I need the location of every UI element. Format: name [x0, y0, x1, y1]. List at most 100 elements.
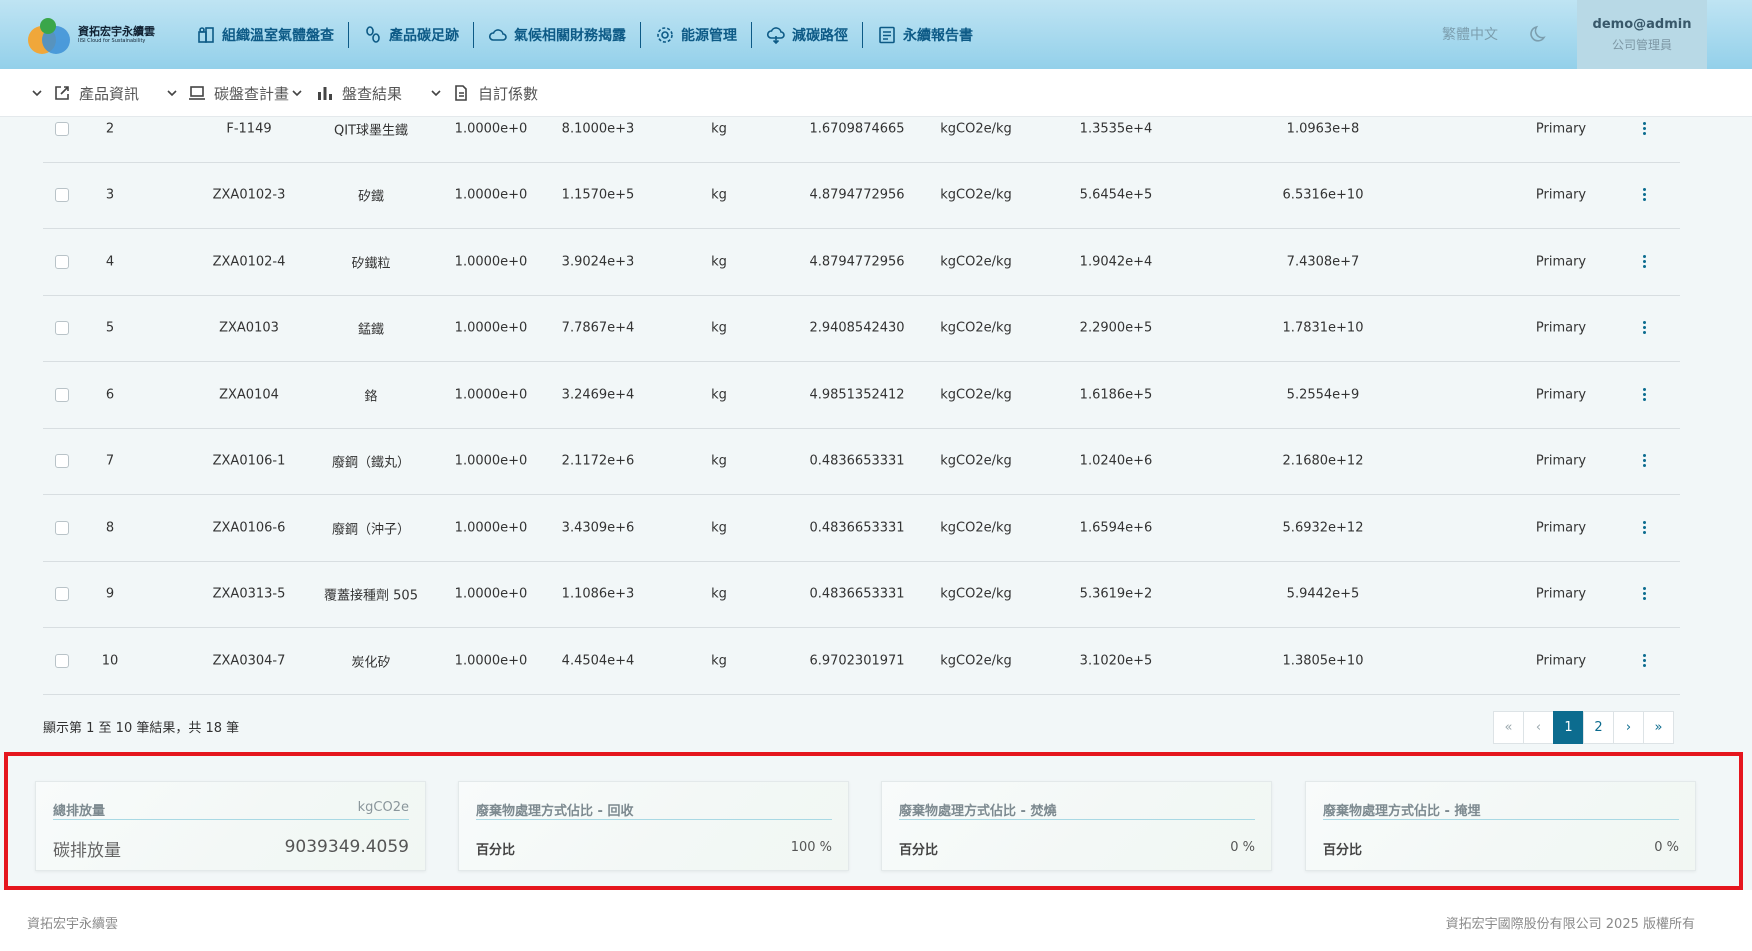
card-title: 廢棄物處理方式佔比 - 掩埋: [1323, 804, 1481, 819]
cell-total: 5.6932e+12: [1282, 520, 1364, 536]
chevron-down-icon: [32, 90, 42, 97]
pagination-last-button[interactable]: »: [1643, 711, 1674, 744]
row-checkbox[interactable]: [55, 121, 69, 136]
table-row[interactable]: 5 ZXA0103 錳鐵 1.0000e+0 7.7867e+4 kg 2.94…: [43, 296, 1680, 362]
cell-amount: 7.7867e+4: [561, 320, 635, 336]
cell-emission: 1.6186e+5: [1079, 387, 1153, 403]
row-checkbox[interactable]: [55, 454, 69, 469]
cell-data-source: Primary: [1535, 520, 1587, 536]
table-row[interactable]: 8 ZXA0106-6 廢鋼（沖子） 1.0000e+0 3.4309e+6 k…: [43, 495, 1680, 562]
cell-coefficient-unit: kgCO2e/kg: [940, 586, 1012, 602]
cell-unit: kg: [711, 653, 727, 669]
cell-coefficient-unit: kgCO2e/kg: [940, 453, 1012, 469]
cell-unit: kg: [711, 121, 727, 137]
pagination-page-2[interactable]: 2: [1583, 711, 1614, 744]
cell-coefficient: 6.9702301971: [809, 653, 905, 669]
row-actions-kebab-icon[interactable]: [1641, 121, 1647, 137]
nav-item-sustainability-report[interactable]: 永續報告書: [862, 21, 987, 48]
language-selector[interactable]: 繁體中文: [1442, 24, 1498, 44]
cell-coefficient: 4.8794772956: [809, 254, 905, 270]
cell-coefficient-unit: kgCO2e/kg: [940, 254, 1012, 270]
user-menu[interactable]: demo@admin 公司管理員: [1577, 0, 1707, 69]
cell-emission: 5.3619e+2: [1079, 586, 1153, 602]
cell-no: 8: [105, 520, 115, 536]
table-row[interactable]: 9 ZXA0313-5 覆蓋接種劑 505 1.0000e+0 1.1086e+…: [43, 562, 1680, 628]
logo-title: 資拓宏宇永續雲: [78, 24, 155, 38]
cell-coefficient: 0.4836653331: [809, 520, 905, 536]
cell-amount: 2.1172e+6: [561, 453, 635, 469]
gear-icon: [657, 26, 673, 43]
row-actions-kebab-icon[interactable]: [1641, 586, 1647, 602]
cell-amount: 1.1570e+5: [561, 187, 635, 203]
cell-code: ZXA0106-1: [212, 453, 286, 469]
cell-name: 廢鋼（沖子）: [331, 522, 411, 538]
summary-card-waste-landfill: 廢棄物處理方式佔比 - 掩埋 百分比 0 %: [1305, 781, 1696, 871]
app-logo[interactable]: 資拓宏宇永續雲 IISI Cloud for Sustainability: [26, 15, 166, 55]
cell-unit: kg: [711, 387, 727, 403]
pagination-first-button[interactable]: «: [1493, 711, 1524, 744]
row-checkbox[interactable]: [55, 387, 69, 402]
row-checkbox[interactable]: [55, 321, 69, 336]
row-actions-kebab-icon[interactable]: [1641, 653, 1647, 669]
row-checkbox[interactable]: [55, 254, 69, 269]
footprint-icon: [366, 25, 380, 43]
row-actions-kebab-icon[interactable]: [1641, 187, 1647, 203]
cell-total: 7.4308e+7: [1286, 254, 1360, 270]
cell-data-source: Primary: [1535, 453, 1587, 469]
cell-total: 6.5316e+10: [1282, 187, 1364, 203]
pagination-prev-button[interactable]: ‹: [1523, 711, 1554, 744]
cell-unit: kg: [711, 254, 727, 270]
table-row[interactable]: 2 F-1149 QIT球墨生鐵 1.0000e+0 8.1000e+3 kg …: [43, 96, 1680, 163]
table-row[interactable]: 4 ZXA0102-4 矽鐵粒 1.0000e+0 3.9024e+3 kg 4…: [43, 229, 1680, 296]
pagination-page-1[interactable]: 1: [1553, 711, 1584, 744]
row-actions-kebab-icon[interactable]: [1641, 520, 1647, 536]
nav-label: 能源管理: [681, 27, 737, 44]
table-row[interactable]: 10 ZXA0304-7 炭化矽 1.0000e+0 4.4504e+4 kg …: [43, 628, 1680, 695]
inventory-table: 2 F-1149 QIT球墨生鐵 1.0000e+0 8.1000e+3 kg …: [43, 96, 1680, 695]
nav-item-decarbonization-path[interactable]: 減碳路徑: [751, 21, 862, 48]
cell-code: F-1149: [226, 121, 272, 137]
nav-item-organization-ghg[interactable]: 組織溫室氣體盤查: [182, 22, 348, 48]
cell-data-source: Primary: [1535, 187, 1587, 203]
cell-factor: 1.0000e+0: [454, 586, 528, 602]
row-checkbox[interactable]: [55, 587, 69, 602]
cell-name: 炭化矽: [351, 655, 391, 671]
table-row[interactable]: 6 ZXA0104 鉻 1.0000e+0 3.2469e+4 kg 4.985…: [43, 362, 1680, 429]
cell-no: 5: [105, 320, 115, 336]
cell-no: 10: [101, 653, 119, 669]
cell-amount: 1.1086e+3: [561, 586, 635, 602]
card-label: 百分比: [899, 843, 939, 858]
cell-data-source: Primary: [1535, 320, 1587, 336]
cell-data-source: Primary: [1535, 653, 1587, 669]
card-label: 百分比: [476, 843, 516, 858]
row-actions-kebab-icon[interactable]: [1641, 453, 1647, 469]
nav-item-energy-management[interactable]: 能源管理: [640, 21, 751, 48]
nav-item-climate-disclosure[interactable]: 氣候相關財務揭露: [473, 21, 640, 48]
row-actions-kebab-icon[interactable]: [1641, 254, 1647, 270]
cell-name: 廢鋼（鐵丸）: [331, 455, 411, 471]
cell-emission: 1.0240e+6: [1079, 453, 1153, 469]
table-row[interactable]: 7 ZXA0106-1 廢鋼（鐵丸） 1.0000e+0 2.1172e+6 k…: [43, 429, 1680, 495]
cell-coefficient-unit: kgCO2e/kg: [940, 187, 1012, 203]
pagination-next-button[interactable]: ›: [1613, 711, 1644, 744]
cell-data-source: Primary: [1535, 387, 1587, 403]
cell-code: ZXA0304-7: [212, 653, 286, 669]
cell-no: 6: [105, 387, 115, 403]
row-checkbox[interactable]: [55, 520, 69, 535]
cell-emission: 5.6454e+5: [1079, 187, 1153, 203]
row-checkbox[interactable]: [55, 653, 69, 668]
cell-emission: 1.3535e+4: [1079, 121, 1153, 137]
organization-icon: [198, 26, 214, 43]
cell-factor: 1.0000e+0: [454, 653, 528, 669]
card-value: 100 %: [790, 840, 832, 855]
row-actions-kebab-icon[interactable]: [1641, 320, 1647, 336]
table-row[interactable]: 3 ZXA0102-3 矽鐵 1.0000e+0 1.1570e+5 kg 4.…: [43, 163, 1680, 229]
cell-code: ZXA0106-6: [212, 520, 286, 536]
nav-item-product-footprint[interactable]: 產品碳足跡: [348, 21, 473, 48]
row-checkbox[interactable]: [55, 188, 69, 203]
cloud-icon: [488, 28, 507, 41]
moon-icon[interactable]: [1529, 24, 1549, 44]
card-unit: kgCO2e: [357, 800, 409, 815]
cell-total: 1.7831e+10: [1282, 320, 1364, 336]
row-actions-kebab-icon[interactable]: [1641, 387, 1647, 403]
